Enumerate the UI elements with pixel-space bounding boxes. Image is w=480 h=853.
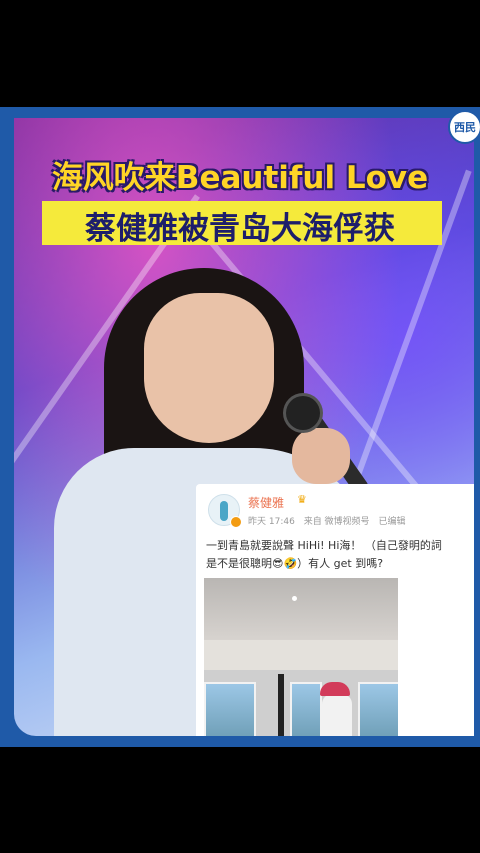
- room-window: [204, 682, 256, 736]
- room-pillar: [278, 674, 284, 736]
- person-in-video: [322, 694, 352, 736]
- verified-badge-icon: [230, 516, 242, 528]
- ceiling-lamp: [292, 596, 297, 601]
- post-time: 昨天 17:46: [248, 517, 295, 527]
- microphone-icon: [286, 396, 320, 430]
- crown-icon: ♛: [297, 493, 307, 506]
- room-wall: [204, 640, 398, 670]
- singer-hand: [292, 428, 350, 484]
- singer-face: [144, 293, 274, 443]
- post-source[interactable]: 来自 微博视频号: [304, 517, 370, 527]
- post-text-line: 一到青島就要說聲 HiHi! Hi海！ （自己發明的詞: [206, 539, 442, 552]
- post-text: 一到青島就要說聲 HiHi! Hi海！ （自己發明的詞 是不是很聰明😎🤣）有人 …: [206, 537, 474, 573]
- weibo-post-card[interactable]: 蔡健雅 ♛ 昨天 17:46 来自 微博视频号 已编辑 一到青島就要說聲 HiH…: [196, 484, 474, 736]
- headline-title: 海风吹来Beautiful Love: [51, 160, 429, 196]
- post-meta: 昨天 17:46 来自 微博视频号 已编辑: [248, 514, 411, 527]
- brand-logo: 西民: [448, 110, 480, 144]
- post-username[interactable]: 蔡健雅: [248, 494, 284, 511]
- post-video-thumbnail[interactable]: [204, 578, 398, 736]
- room-window: [290, 682, 322, 736]
- room-window: [358, 682, 398, 736]
- headline-subtitle: 蔡健雅被青岛大海俘获: [85, 211, 395, 247]
- red-hat: [320, 682, 350, 696]
- post-text-line: 是不是很聰明😎🤣）有人 get 到嗎?: [206, 557, 384, 570]
- room-ceiling: [204, 578, 398, 640]
- post-edited: 已编辑: [378, 517, 406, 527]
